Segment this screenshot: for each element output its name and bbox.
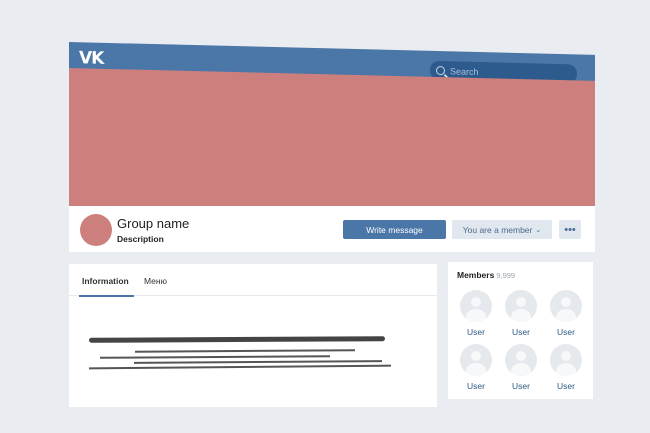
text-placeholder-line (88, 336, 386, 343)
member-name: User (557, 327, 575, 337)
information-panel: Information Меню (69, 264, 437, 407)
user-avatar-icon (460, 344, 492, 376)
active-tab-indicator (79, 295, 134, 297)
member-name: User (557, 381, 575, 391)
member-item[interactable]: User (503, 344, 539, 394)
search-placeholder: Search (450, 65, 479, 77)
member-item[interactable]: User (458, 290, 494, 340)
user-avatar-icon (550, 344, 582, 376)
write-message-button[interactable]: Write message (343, 220, 446, 239)
member-name: User (512, 327, 530, 337)
group-name: Group name (117, 216, 190, 231)
members-title[interactable]: Members 9,999 (457, 270, 515, 280)
text-placeholder-line (99, 355, 331, 359)
text-placeholder-line (88, 364, 392, 370)
members-count: 9,999 (496, 271, 516, 280)
member-status-label: You are a member (462, 224, 533, 235)
more-actions-button[interactable]: ••• (559, 220, 581, 239)
search-icon (436, 65, 445, 76)
user-avatar-icon (550, 290, 582, 322)
info-tabs: Information Меню (69, 264, 437, 297)
user-avatar-icon (460, 290, 492, 322)
cover-image (69, 68, 595, 220)
group-header: Group name Description Write message You… (69, 206, 595, 252)
text-placeholder-line (134, 349, 356, 353)
member-item[interactable]: User (548, 290, 584, 340)
chevron-down-icon: ⌄ (535, 226, 542, 234)
member-item[interactable]: User (548, 344, 584, 394)
members-title-label: Members (457, 270, 495, 280)
member-name: User (512, 381, 530, 391)
vk-logo[interactable]: VK (79, 48, 103, 69)
member-status-button[interactable]: You are a member ⌄ (452, 220, 552, 239)
text-placeholder-line (133, 360, 383, 364)
member-item[interactable]: User (503, 290, 539, 340)
members-panel: Members 9,999 User User User User User Us… (448, 262, 593, 399)
group-avatar[interactable] (80, 214, 112, 246)
tab-information[interactable]: Information (82, 276, 129, 286)
user-avatar-icon (505, 290, 537, 322)
member-name: User (467, 381, 485, 391)
vk-group-page: VK Search Group name Description Write m… (0, 0, 650, 433)
user-avatar-icon (505, 344, 537, 376)
member-item[interactable]: User (458, 344, 494, 394)
member-name: User (467, 327, 485, 337)
tab-menu[interactable]: Меню (144, 276, 167, 286)
group-description: Description (117, 234, 164, 244)
